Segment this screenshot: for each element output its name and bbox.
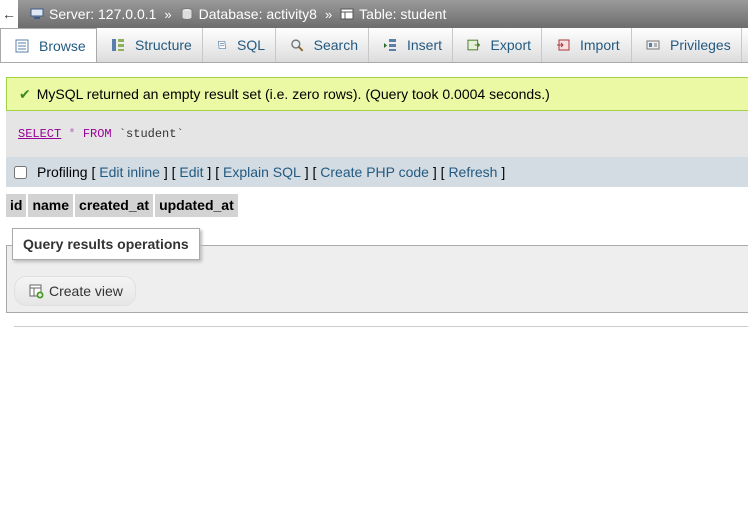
tab-bar: Browse Structure SQL Search Insert Expor…	[0, 28, 748, 63]
breadcrumb-table[interactable]: Table: student	[340, 6, 446, 22]
tab-privileges[interactable]: Privileges	[632, 28, 742, 62]
tab-export[interactable]: Export	[453, 28, 542, 62]
profiling-checkbox[interactable]	[14, 165, 27, 179]
refresh-link[interactable]: Refresh	[448, 164, 497, 180]
breadcrumb: ← Server: 127.0.0.1 » Database: activity…	[0, 0, 748, 28]
tab-insert[interactable]: Insert	[369, 28, 453, 62]
tab-structure[interactable]: Structure	[97, 28, 203, 62]
success-message: ✔ MySQL returned an empty result set (i.…	[6, 77, 748, 111]
tab-import[interactable]: Import	[542, 28, 632, 62]
export-icon	[467, 39, 481, 51]
breadcrumb-server[interactable]: Server: 127.0.0.1	[30, 6, 156, 22]
create-view-button[interactable]: Create view	[14, 276, 136, 306]
sql-keyword-from: FROM	[82, 127, 112, 141]
edit-inline-link[interactable]: Edit inline	[99, 164, 160, 180]
breadcrumb-separator: »	[164, 6, 172, 22]
server-icon	[30, 8, 44, 19]
tab-search[interactable]: Search	[276, 28, 369, 62]
checkmark-icon: ✔	[19, 85, 31, 102]
result-table-header: id name created_at updated_at	[6, 194, 240, 217]
column-header-name[interactable]: name	[28, 194, 74, 217]
sql-table-name: `student`	[118, 127, 184, 141]
create-view-label: Create view	[49, 283, 123, 299]
sql-star: *	[68, 127, 76, 141]
sql-icon	[218, 41, 226, 49]
search-icon	[291, 39, 304, 52]
browse-icon	[15, 39, 29, 52]
explain-sql-link[interactable]: Explain SQL	[223, 164, 301, 180]
column-header-created-at[interactable]: created_at	[75, 194, 154, 217]
profiling-label: Profiling	[37, 164, 88, 180]
sql-keyword-select[interactable]: SELECT	[18, 127, 61, 141]
table-icon	[340, 8, 354, 20]
import-icon	[557, 39, 570, 51]
success-message-text: MySQL returned an empty result set (i.e.…	[36, 86, 550, 102]
structure-icon	[112, 39, 124, 51]
insert-icon	[383, 39, 396, 51]
column-header-id[interactable]: id	[6, 194, 27, 217]
column-header-updated-at[interactable]: updated_at	[155, 194, 238, 217]
tab-browse[interactable]: Browse	[0, 28, 97, 62]
breadcrumb-separator: »	[324, 6, 333, 22]
sql-query-box: SELECT * FROM `student`	[6, 111, 748, 157]
tab-sql[interactable]: SQL	[203, 28, 276, 62]
create-php-code-link[interactable]: Create PHP code	[320, 164, 429, 180]
database-icon	[181, 8, 193, 20]
divider	[14, 326, 748, 327]
query-results-operations-legend: Query results operations	[12, 228, 200, 260]
back-arrow-icon[interactable]: ←	[0, 0, 18, 28]
profiling-bar: Profiling [ Edit inline ] [ Edit ] [ Exp…	[6, 157, 748, 187]
privileges-icon	[646, 40, 660, 50]
edit-link[interactable]: Edit	[179, 164, 203, 180]
breadcrumb-database[interactable]: Database: activity8	[180, 6, 317, 22]
create-view-icon	[29, 284, 44, 298]
